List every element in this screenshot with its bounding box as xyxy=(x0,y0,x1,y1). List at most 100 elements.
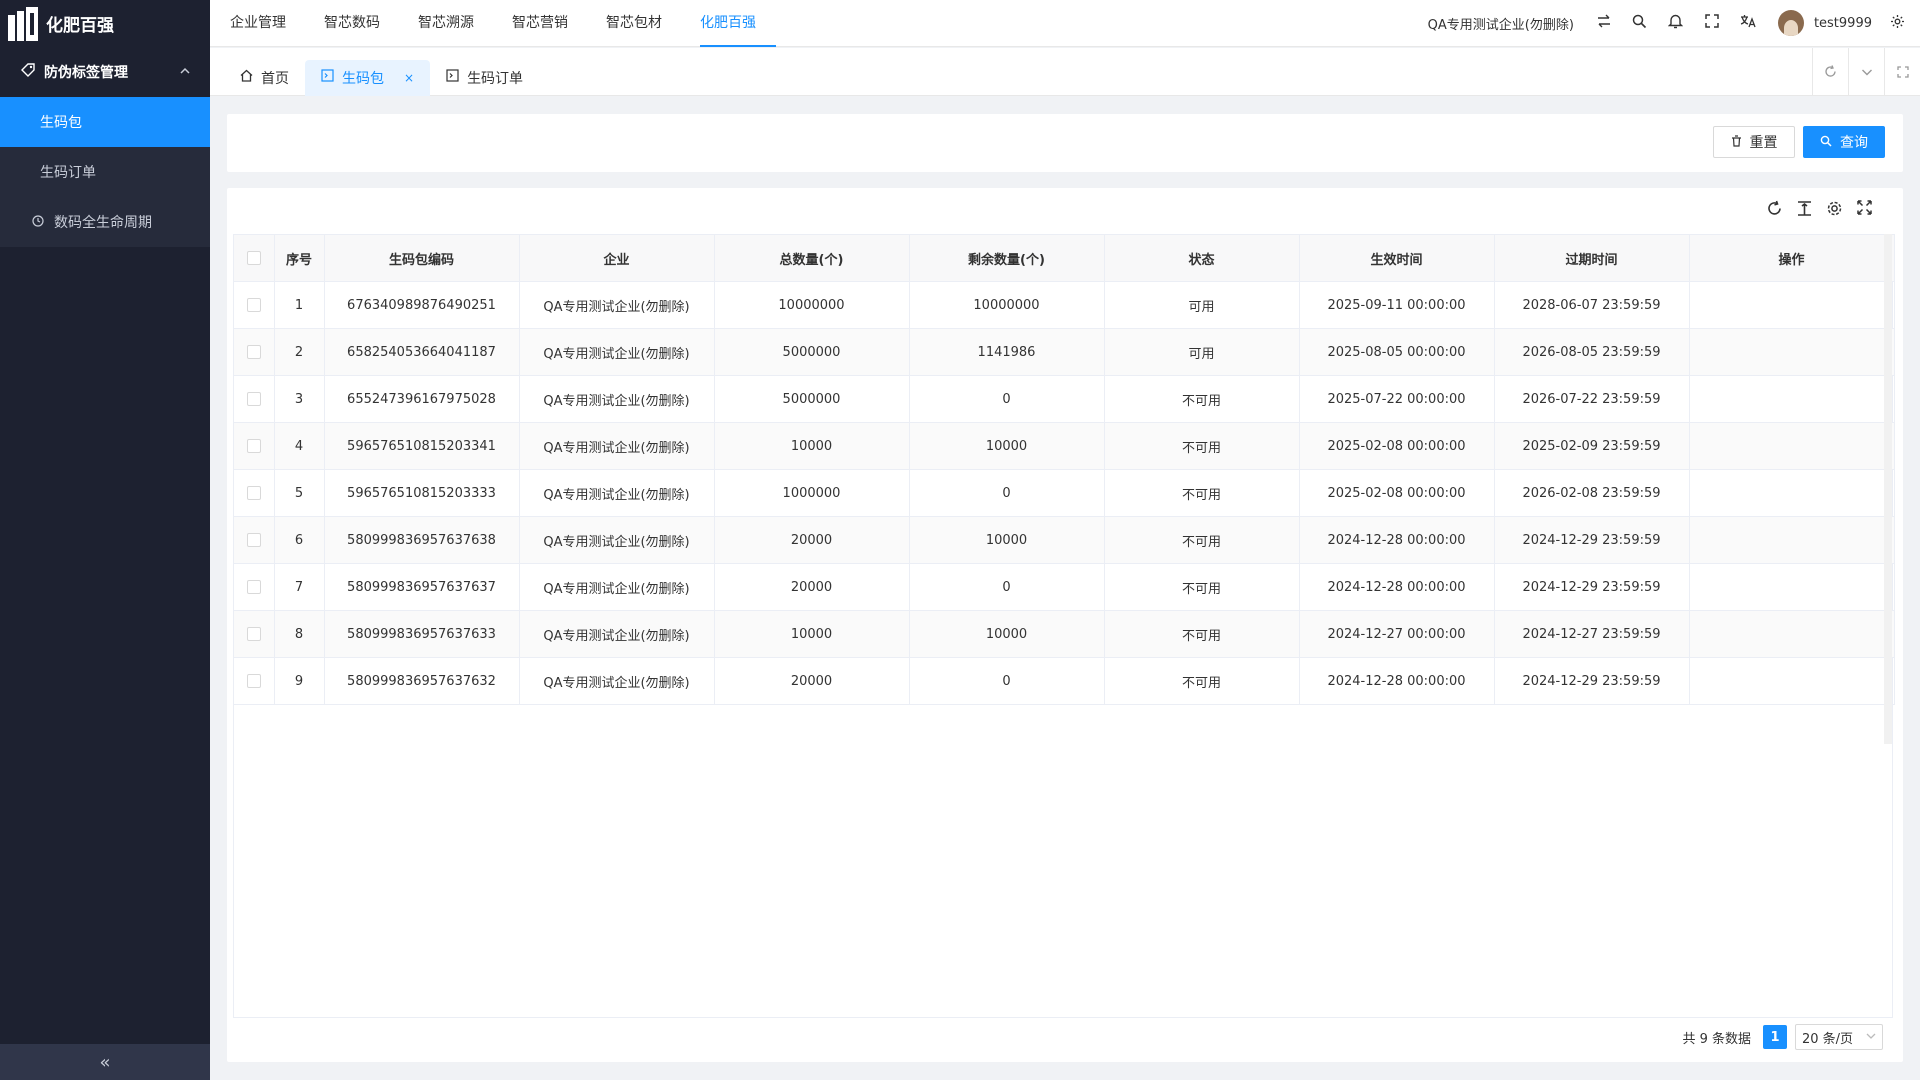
table-cell: 2025-02-08 00:00:00 xyxy=(1299,469,1495,517)
table-cell[interactable] xyxy=(1689,422,1895,470)
search-icon xyxy=(1820,135,1832,150)
sidebar-item-label: 生码包 xyxy=(40,115,82,131)
settings-icon[interactable] xyxy=(1819,200,1849,222)
nav-item-traceability[interactable]: 智芯溯源 xyxy=(418,0,494,47)
logo[interactable]: 化肥百强 xyxy=(0,0,210,47)
table-cell: 6 xyxy=(274,516,325,564)
row-checkbox[interactable] xyxy=(234,375,275,423)
tab-home[interactable]: 首页 xyxy=(224,60,305,96)
terminal-icon xyxy=(446,69,459,86)
tab-code-order[interactable]: 生码订单 xyxy=(430,60,539,96)
table-cell: 2025-08-05 00:00:00 xyxy=(1299,328,1495,376)
table-cell: 10000 xyxy=(909,516,1105,564)
table-cell[interactable] xyxy=(1689,375,1895,423)
table-cell: 不可用 xyxy=(1104,516,1300,564)
sidebar-item-code-lifecycle[interactable]: 数码全生命周期 xyxy=(0,197,210,247)
tabs-tools xyxy=(1812,47,1920,96)
table-cell: 2025-09-11 00:00:00 xyxy=(1299,281,1495,329)
home-icon xyxy=(240,69,253,86)
refresh-tab-icon[interactable] xyxy=(1812,47,1848,96)
table-cell: 0 xyxy=(909,469,1105,517)
reset-button[interactable]: 重置 xyxy=(1713,126,1795,158)
chevron-down-icon[interactable] xyxy=(1848,47,1884,96)
switch-icon[interactable] xyxy=(1586,14,1622,32)
table-cell: 7 xyxy=(274,563,325,611)
table-cell[interactable] xyxy=(1689,469,1895,517)
nav-item-enterprise[interactable]: 企业管理 xyxy=(230,0,306,47)
terminal-icon xyxy=(321,69,334,86)
sidebar-collapse-button[interactable]: « xyxy=(0,1044,210,1080)
table-cell[interactable] xyxy=(1689,657,1895,705)
top-nav-menu: 企业管理 智芯数码 智芯溯源 智芯营销 智芯包材 化肥百强 xyxy=(210,0,794,47)
avatar[interactable] xyxy=(1777,10,1804,36)
table-row: 4 596576510815203341 QA专用测试企业(勿删除) 10000 100… xyxy=(234,422,1895,470)
table-cell: 不可用 xyxy=(1104,610,1300,658)
table-cell: 2025-02-09 23:59:59 xyxy=(1494,422,1690,470)
query-button[interactable]: 查询 xyxy=(1803,126,1885,158)
column-header: 过期时间 xyxy=(1494,234,1690,282)
table-cell: 2024-12-29 23:59:59 xyxy=(1494,516,1690,564)
row-checkbox[interactable] xyxy=(234,610,275,658)
column-header: 状态 xyxy=(1104,234,1300,282)
row-checkbox[interactable] xyxy=(234,563,275,611)
trash-icon xyxy=(1731,134,1742,150)
row-checkbox[interactable] xyxy=(234,469,275,517)
table-row: 9 580999836957637632 QA专用测试企业(勿删除) 20000 0 不可… xyxy=(234,657,1895,705)
nav-item-marketing[interactable]: 智芯营销 xyxy=(512,0,588,47)
page-button-current[interactable]: 1 xyxy=(1763,1025,1787,1049)
translate-icon[interactable] xyxy=(1730,14,1766,32)
table-cell: 2026-02-08 23:59:59 xyxy=(1494,469,1690,517)
row-checkbox[interactable] xyxy=(234,516,275,564)
table-cell[interactable] xyxy=(1689,563,1895,611)
table-cell: 2024-12-29 23:59:59 xyxy=(1494,563,1690,611)
table-cell: QA专用测试企业(勿删除) xyxy=(519,516,715,564)
sidebar-group-anti-counterfeit[interactable]: 防伪标签管理 xyxy=(0,47,210,97)
table-cell: 2026-07-22 23:59:59 xyxy=(1494,375,1690,423)
nav-item-packaging[interactable]: 智芯包材 xyxy=(606,0,682,47)
table-cell: 10000 xyxy=(714,610,910,658)
table-cell[interactable] xyxy=(1689,610,1895,658)
row-checkbox[interactable] xyxy=(234,281,275,329)
table-cell: QA专用测试企业(勿删除) xyxy=(519,563,715,611)
table-row: 5 596576510815203333 QA专用测试企业(勿删除) 1000000 0… xyxy=(234,469,1895,517)
table-scrollbar[interactable] xyxy=(1884,234,1892,744)
search-icon[interactable] xyxy=(1622,14,1658,33)
fullscreen-icon[interactable] xyxy=(1694,14,1730,32)
fullscreen-icon[interactable] xyxy=(1849,200,1879,222)
row-checkbox[interactable] xyxy=(234,422,275,470)
table-row: 7 580999836957637637 QA专用测试企业(勿删除) 20000 0 不可… xyxy=(234,563,1895,611)
table-cell: 2024-12-27 00:00:00 xyxy=(1299,610,1495,658)
table-cell: 658254053664041187 xyxy=(324,328,520,376)
brand-name: 化肥百强 xyxy=(46,16,114,36)
sidebar-item-code-order[interactable]: 生码订单 xyxy=(0,147,210,197)
double-chevron-left-icon: « xyxy=(99,1051,111,1073)
username[interactable]: test9999 xyxy=(1814,16,1872,31)
gear-icon[interactable] xyxy=(1886,14,1908,33)
table-cell: 0 xyxy=(909,375,1105,423)
tab-code-package[interactable]: 生码包 × xyxy=(305,59,431,96)
table-cell[interactable] xyxy=(1689,281,1895,329)
table-cell: QA专用测试企业(勿删除) xyxy=(519,657,715,705)
refresh-icon[interactable] xyxy=(1759,200,1789,222)
close-icon[interactable]: × xyxy=(404,71,414,85)
table-cell[interactable] xyxy=(1689,516,1895,564)
bell-icon[interactable] xyxy=(1658,13,1694,33)
top-navbar: 企业管理 智芯数码 智芯溯源 智芯营销 智芯包材 化肥百强 QA专用测试企业(勿… xyxy=(210,0,1920,47)
column-height-icon[interactable] xyxy=(1789,200,1819,222)
row-checkbox[interactable] xyxy=(234,328,275,376)
data-table: 序号 生码包编码 企业 总数量(个) 剩余数量(个) 状态 生效时间 过期时间 … xyxy=(233,234,1895,1018)
page-size-select[interactable]: 20 条/页 xyxy=(1795,1024,1883,1050)
nav-item-fertilizer[interactable]: 化肥百强 xyxy=(700,0,776,47)
column-header: 生码包编码 xyxy=(324,234,520,282)
row-checkbox[interactable] xyxy=(234,657,275,705)
table-cell: 596576510815203341 xyxy=(324,422,520,470)
table-cell[interactable] xyxy=(1689,328,1895,376)
table-cell: 2024-12-29 23:59:59 xyxy=(1494,657,1690,705)
maximize-icon[interactable] xyxy=(1884,47,1920,96)
table-cell: 不可用 xyxy=(1104,375,1300,423)
clock-icon xyxy=(32,214,48,230)
select-all-checkbox[interactable] xyxy=(234,234,275,282)
column-header: 操作 xyxy=(1689,234,1895,282)
sidebar-item-code-package[interactable]: 生码包 xyxy=(0,97,210,147)
nav-item-smart-code[interactable]: 智芯数码 xyxy=(324,0,400,47)
